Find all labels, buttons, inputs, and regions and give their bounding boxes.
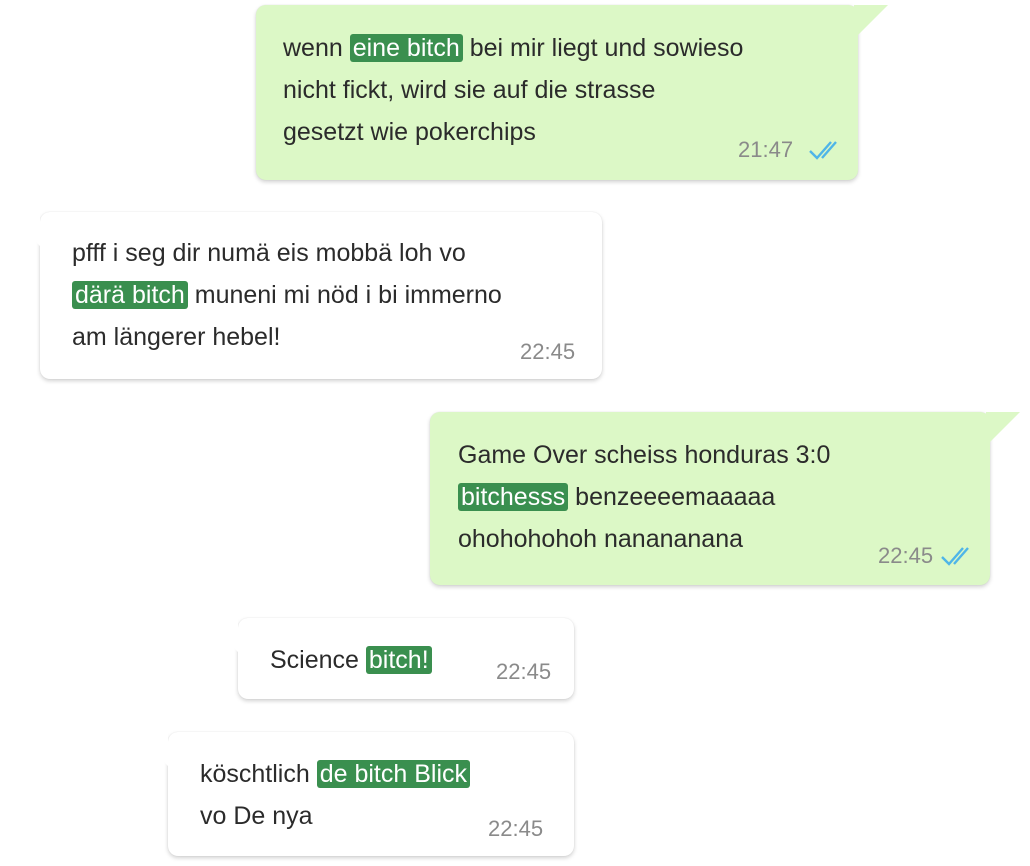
message-line: am längerer hebel! — [72, 323, 281, 351]
message-line: nicht fickt, wird sie auf die strasse — [283, 76, 656, 104]
message-line: därä bitch muneni mi nöd i bi immerno — [72, 274, 502, 316]
message-time: 21:47 — [738, 137, 794, 162]
highlighted-word: eine bitch — [349, 34, 463, 62]
message-bubble-incoming[interactable]: pfff i seg dir numä eis mobbä loh vo där… — [6, 212, 602, 379]
double-check-read-icon — [941, 547, 969, 566]
message-line: wenn eine bitch bei mir liegt und sowies… — [283, 34, 744, 62]
message-line: ohohohohoh nanananana — [458, 525, 744, 553]
message-line: Science bitch! — [270, 639, 432, 681]
highlighted-word: de bitch Blick — [316, 760, 471, 788]
message-line: vo De nya — [200, 802, 313, 830]
message-text: pfff i seg dir numä eis mobbä loh vo där… — [72, 232, 502, 358]
message-time: 22:45 — [878, 543, 934, 568]
message-time: 22:45 — [520, 339, 576, 364]
bubble-tail — [204, 618, 238, 652]
highlighted-word: därä bitch — [72, 281, 188, 309]
message-bubble-incoming[interactable]: köschtlich de bitch Blick vo De nya 22:4… — [134, 732, 574, 856]
message-line: Game Over scheiss honduras 3:0 — [458, 441, 831, 469]
message-bubble-outgoing[interactable]: Game Over scheiss honduras 3:0 bitchesss… — [430, 412, 1020, 585]
message-text: wenn eine bitch bei mir liegt und sowies… — [283, 27, 743, 153]
message-text: Game Over scheiss honduras 3:0 bitchesss… — [458, 434, 830, 560]
chat-screen: wenn eine bitch bei mir liegt und sowies… — [0, 0, 1030, 866]
message-time: 22:45 — [488, 816, 544, 841]
bubble-tail — [134, 732, 168, 766]
message-bubble-outgoing[interactable]: wenn eine bitch bei mir liegt und sowies… — [256, 5, 888, 180]
highlighted-word: bitch! — [365, 646, 432, 674]
message-line: köschtlich de bitch Blick — [200, 753, 471, 795]
double-check-read-icon — [809, 141, 837, 160]
message-text: köschtlich de bitch Blick vo De nya — [200, 753, 471, 837]
highlighted-word: bitchesss — [458, 483, 569, 511]
bubble-tail — [854, 5, 888, 39]
message-time: 22:45 — [496, 659, 552, 684]
message-line: gesetzt wie pokerchips — [283, 118, 536, 146]
bubble-tail — [986, 412, 1020, 446]
message-line: bitchesss benzeeeemaaaaa — [458, 476, 830, 518]
bubble-tail — [6, 212, 40, 246]
message-bubble-incoming[interactable]: Science bitch! 22:45 — [204, 618, 574, 699]
message-text: Science bitch! — [270, 639, 432, 681]
message-line: pfff i seg dir numä eis mobbä loh vo — [72, 239, 466, 267]
